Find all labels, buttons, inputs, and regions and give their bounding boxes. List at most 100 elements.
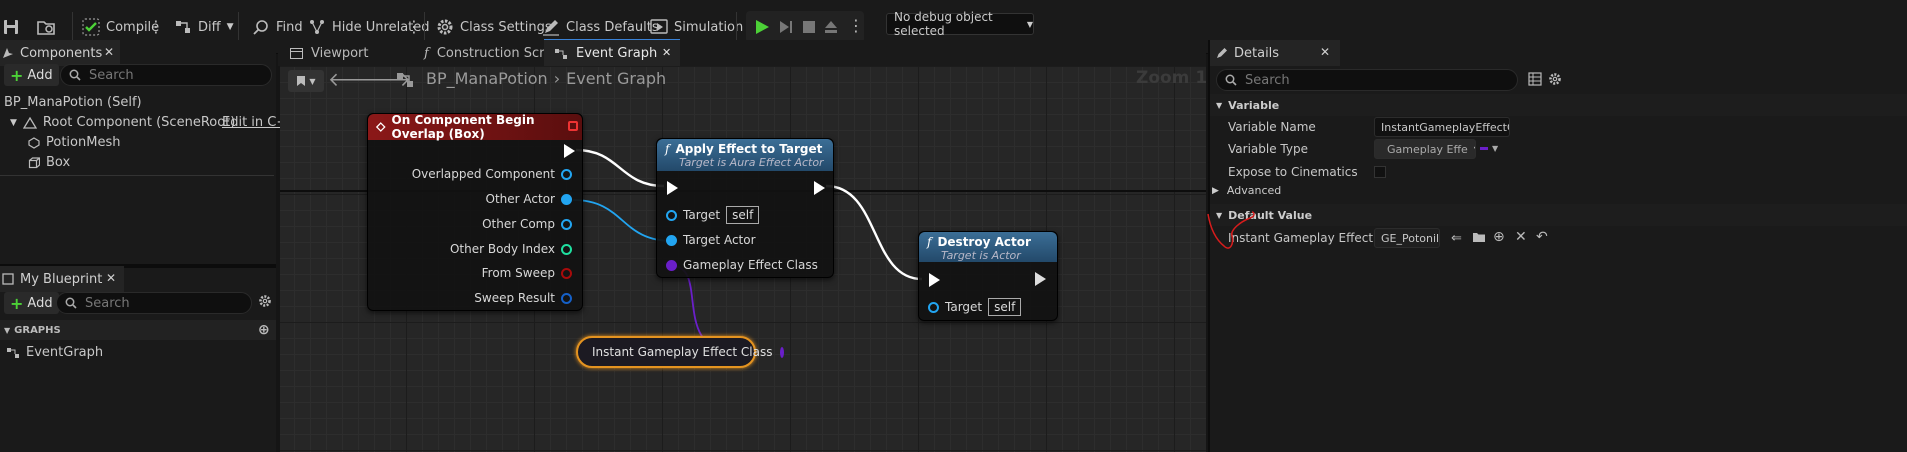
advanced-label: Advanced [1226,184,1282,197]
graphs-section-header[interactable]: ▼ GRAPHS ⊕ [0,320,276,340]
browse-folder-icon[interactable] [1472,231,1486,246]
close-icon[interactable]: ✕ [1320,45,1330,59]
function-icon: f [927,235,932,249]
pin-sweep-result[interactable]: Sweep Result [474,291,572,305]
close-icon[interactable]: ✕ [662,46,671,59]
field-value: GE_Potonil [1381,231,1440,245]
self-default-box[interactable]: self [726,206,760,224]
step-icon[interactable] [778,19,794,38]
pin-label: Other Body Index [449,242,555,256]
my-blueprint-title: My Blueprint [20,271,103,287]
add-component-button[interactable]: + Add [4,64,59,86]
function-node-apply-effect[interactable]: f Apply Effect to Target Target is Aura … [656,138,834,278]
add-label: Add [27,67,53,83]
chevron-down-icon: ▼ [4,325,11,335]
edit-pencil-icon [543,20,559,36]
pin-target[interactable]: Target self [928,298,1022,316]
more-options-icon: ⋮ [148,17,164,36]
save-button[interactable] [2,12,20,42]
use-selected-icon[interactable]: ⇐ [1451,231,1462,246]
default-value-section-header[interactable]: ▼ Default Value [1210,204,1907,226]
chevron-down-icon: ▼ [10,117,17,128]
details-tab[interactable]: Details ✕ [1210,40,1340,66]
variable-section-header[interactable]: ▼ Variable [1210,94,1907,116]
gear-icon[interactable] [1548,72,1562,89]
my-blueprint-search-input[interactable]: Search [56,292,252,314]
close-icon[interactable]: ✕ [106,271,116,285]
graph-canvas[interactable]: ▼ 🡐 🡒 BP_ManaPotion › Event Graph Zoom 1… [280,66,1206,452]
pin-other-body-index[interactable]: Other Body Index [450,242,572,256]
advanced-expander[interactable]: ▶ Advanced [1212,184,1281,197]
graph-item-eventgraph[interactable]: EventGraph [6,345,103,360]
simulation-button[interactable]: Simulation [650,12,743,42]
pin-target[interactable]: Target self [666,206,760,224]
function-node-destroy-actor[interactable]: f Destroy Actor Target is Actor Target se… [918,231,1058,321]
reset-icon[interactable]: ↶ [1536,229,1548,245]
exec-wire [575,148,665,188]
tree-item-potion-mesh[interactable]: PotionMesh [28,135,120,150]
variable-name-field[interactable]: InstantGameplayEffectClass [1374,117,1510,137]
tree-item-self[interactable]: BP_ManaPotion (Self) [4,95,142,110]
components-tab[interactable]: Components ✕ [0,40,120,66]
variable-type-select[interactable]: Gameplay Effe ▼ [1374,139,1476,159]
breadcrumb-root[interactable]: BP_ManaPotion [426,69,548,88]
property-matrix-icon[interactable] [1528,72,1542,89]
event-node-begin-overlap[interactable]: On Component Begin Overlap (Box) Overlap… [367,113,583,311]
exec-in-pin[interactable] [667,181,678,195]
default-value-select[interactable]: GE_Potonil ▼ [1374,228,1440,248]
tab-label: Construction Scr... [436,45,556,61]
zoom-indicator: Zoom 1:1 [1136,68,1206,88]
more-options-icon: ⋮ [406,17,422,36]
container-type-select[interactable]: ▼ [1480,144,1498,153]
pin-overlapped-component[interactable]: Overlapped Component [412,167,572,181]
pin-from-sweep[interactable]: From Sweep [482,266,572,280]
pin-target-actor[interactable]: Target Actor [666,233,756,247]
exec-out-pin[interactable] [564,144,575,158]
self-default-box[interactable]: self [988,298,1022,316]
exec-out-pin[interactable] [1035,272,1046,286]
tab-construction-script[interactable]: f Construction Scr... [414,39,566,67]
tree-item-box[interactable]: Box [28,155,70,170]
add-member-button[interactable]: + Add [4,292,59,314]
find-button[interactable]: Find [252,12,303,42]
clear-icon[interactable]: ✕ [1515,229,1527,245]
pin-label: Overlapped Component [411,167,555,181]
add-icon[interactable]: ⊕ [1493,229,1505,245]
pin-label: Target [683,208,721,222]
delegate-pin[interactable] [568,121,578,131]
variable-node-instant-gameplay-effect-class[interactable]: Instant Gameplay Effect Class [576,336,785,368]
more-options-icon[interactable]: ⋮ [848,18,864,34]
bookmark-button[interactable]: ▼ [288,70,324,92]
tab-viewport[interactable]: Viewport [280,39,379,67]
tab-event-graph[interactable]: Event Graph ✕ [544,39,680,67]
exec-out-pin[interactable] [814,181,825,195]
pin-other-comp[interactable]: Other Comp [482,217,572,231]
details-search-input[interactable]: Search [1216,69,1518,91]
pin-gameplay-effect-class[interactable]: Gameplay Effect Class [666,258,818,272]
class-settings-button[interactable]: Class Settings [436,12,552,42]
node-subtitle: Target is Actor [941,249,1021,262]
object-pin-icon [561,168,572,180]
stop-icon[interactable] [801,19,817,38]
expose-to-cinematics-checkbox[interactable] [1374,166,1386,178]
pin-other-actor[interactable]: Other Actor [486,192,572,206]
play-icon[interactable] [754,19,770,38]
hide-unrelated-options[interactable]: ⋮ [406,12,422,42]
class-defaults-button[interactable]: Class Defaults [542,12,659,42]
close-icon[interactable]: ✕ [104,45,114,59]
breadcrumb-current[interactable]: Event Graph [566,69,666,88]
gear-icon[interactable] [258,294,272,311]
components-search-input[interactable]: Search [60,64,272,86]
exec-in-pin[interactable] [929,273,940,287]
search-icon [65,297,77,309]
tree-item-label: Root Component (SceneRoot) [42,115,236,130]
diff-button[interactable]: Diff ▼ [174,12,234,42]
add-graph-icon[interactable]: ⊕ [258,322,270,338]
compile-options-button[interactable]: ⋮ [148,12,164,42]
debug-object-select[interactable]: No debug object selected ▼ [886,10,1034,38]
field-value: Gameplay Effe [1387,142,1468,156]
my-blueprint-tab[interactable]: My Blueprint ✕ [0,266,124,292]
eject-icon[interactable] [823,19,839,38]
tree-item-root-component[interactable]: ▼ Root Component (SceneRoot) [10,115,235,130]
browse-button[interactable] [36,12,56,42]
